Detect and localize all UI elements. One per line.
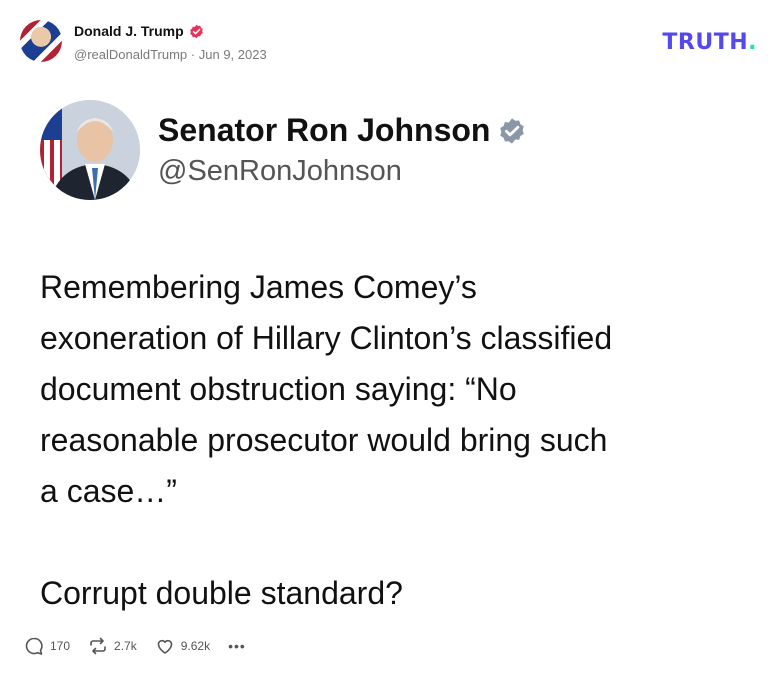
quoted-avatar (40, 100, 140, 200)
quoted-text-line: document obstruction saying: “No (40, 371, 517, 407)
quoted-handle: @SenRonJohnson (158, 155, 402, 187)
retruth-count: 2.7k (114, 639, 137, 653)
author-block: Donald J. Trump @realDonaldTrump · Jun 9… (74, 23, 267, 62)
author-avatar[interactable] (20, 20, 62, 62)
reply-count: 170 (50, 639, 71, 653)
author-meta: @realDonaldTrump · Jun 9, 2023 (74, 47, 267, 62)
brand-dot: . (748, 30, 757, 55)
quoted-text-line: exoneration of Hillary Clinton’s classif… (40, 320, 613, 356)
quoted-name-row: Senator Ron Johnson (158, 112, 526, 149)
reply-icon (25, 637, 43, 655)
brand-text: TRUTH (662, 30, 749, 55)
heart-icon (157, 639, 173, 654)
meta-separator: · (190, 47, 196, 62)
like-count: 9.62k (180, 639, 211, 653)
post-header: Donald J. Trump @realDonaldTrump · Jun 9… (20, 20, 757, 64)
quoted-name: Senator Ron Johnson (158, 112, 491, 148)
post-date[interactable]: Jun 9, 2023 (199, 47, 267, 62)
verified-badge-icon (189, 24, 203, 38)
quoted-text-closing: Corrupt double standard? (40, 575, 403, 611)
quoted-text-line: a case…” (40, 473, 177, 509)
quoted-text-line: reasonable prosecutor would bring such (40, 422, 608, 458)
more-options-button[interactable]: ••• (228, 638, 246, 654)
quoted-text-line: Remembering James Comey’s (40, 269, 477, 305)
verified-gray-badge-icon (500, 117, 525, 144)
like-button[interactable]: 9.62k (155, 636, 210, 656)
author-handle[interactable]: @realDonaldTrump (74, 47, 187, 62)
reply-button[interactable]: 170 (24, 636, 70, 656)
retruth-button[interactable]: 2.7k (88, 636, 137, 656)
more-icon: ••• (228, 638, 246, 654)
retruth-icon (90, 637, 106, 655)
senator-portrait-icon (40, 100, 140, 200)
truth-logo[interactable]: TRUTH. (662, 30, 757, 55)
action-bar: 170 2.7k 9.62k ••• (24, 634, 264, 658)
quoted-header: Senator Ron Johnson @SenRonJohnson (40, 100, 740, 200)
author-name[interactable]: Donald J. Trump (74, 23, 184, 39)
quoted-text: Remembering James Comey’s exoneration of… (40, 262, 750, 619)
author-name-row[interactable]: Donald J. Trump (74, 23, 204, 39)
